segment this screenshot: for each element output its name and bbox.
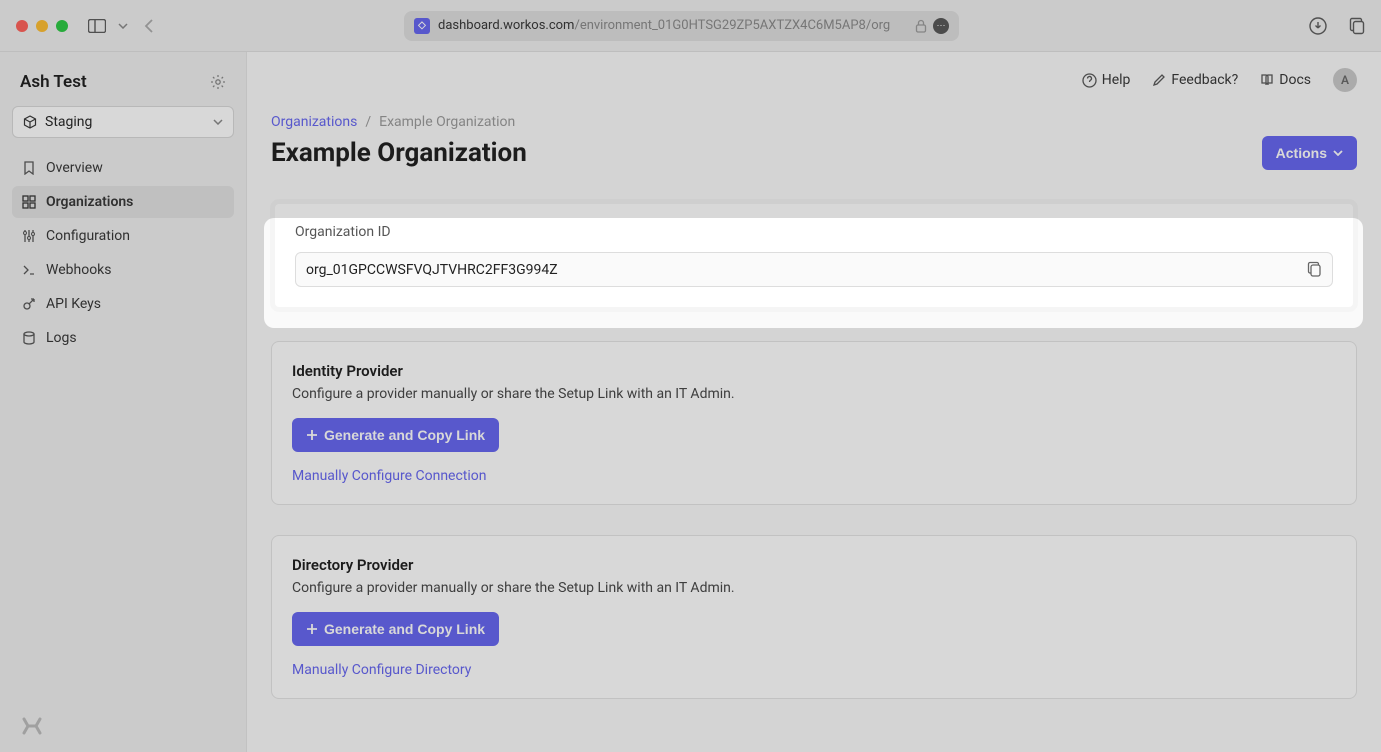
org-id-field: org_01GPCCWSFVQJTVHRC2FF3G994Z: [295, 252, 1333, 287]
directory-provider-panel: Directory Provider Configure a provider …: [271, 535, 1357, 699]
actions-button[interactable]: Actions: [1262, 136, 1357, 170]
chevron-down-icon: [213, 119, 223, 125]
nav-label: Logs: [46, 330, 77, 346]
identity-provider-panel: Identity Provider Configure a provider m…: [271, 341, 1357, 505]
help-icon: [1082, 73, 1097, 88]
url-text: dashboard.workos.com/environment_01G0HTS…: [438, 18, 909, 33]
docs-link[interactable]: Docs: [1260, 72, 1311, 88]
plus-icon: [306, 429, 318, 441]
main-content: Help Feedback? Docs A Organizations / Ex…: [247, 52, 1381, 752]
sidebar-toggle-icon[interactable]: [88, 19, 106, 33]
window-controls: [16, 20, 68, 32]
generate-identity-link-button[interactable]: Generate and Copy Link: [292, 418, 499, 452]
plus-icon: [306, 623, 318, 635]
feedback-link[interactable]: Feedback?: [1152, 72, 1238, 88]
nav-label: Organizations: [46, 194, 133, 210]
workos-logo: [12, 712, 234, 740]
environment-selector[interactable]: Staging: [12, 106, 234, 138]
identity-description: Configure a provider manually or share t…: [292, 386, 1336, 402]
org-id-panel: Organization ID org_01GPCCWSFVQJTVHRC2FF…: [271, 200, 1357, 311]
grid-icon: [22, 195, 36, 209]
chevron-down-icon: [1333, 150, 1343, 156]
lock-icon: [915, 19, 927, 33]
user-avatar[interactable]: A: [1333, 68, 1357, 92]
breadcrumb-separator: /: [365, 114, 371, 130]
org-id-label: Organization ID: [295, 224, 1333, 240]
terminal-icon: [22, 263, 36, 277]
help-link[interactable]: Help: [1082, 72, 1131, 88]
directory-description: Configure a provider manually or share t…: [292, 580, 1336, 596]
nav-overview[interactable]: Overview: [12, 152, 234, 184]
back-button[interactable]: [144, 18, 154, 34]
sliders-icon: [22, 229, 36, 243]
key-icon: [22, 297, 36, 311]
nav-organizations[interactable]: Organizations: [12, 186, 234, 218]
address-bar[interactable]: ◇ dashboard.workos.com/environment_01G0H…: [404, 11, 959, 41]
breadcrumb-root[interactable]: Organizations: [271, 114, 357, 130]
chevron-down-icon[interactable]: [118, 23, 128, 29]
nav-label: API Keys: [46, 296, 101, 312]
cube-icon: [23, 115, 37, 129]
nav-configuration[interactable]: Configuration: [12, 220, 234, 252]
nav-label: Webhooks: [46, 262, 112, 278]
gear-icon[interactable]: [210, 74, 226, 90]
directory-title: Directory Provider: [292, 556, 1336, 574]
sidebar: Ash Test Staging Overview Organizations: [0, 52, 247, 752]
page-title: Example Organization: [271, 138, 527, 168]
workspace-name: Ash Test: [20, 72, 87, 92]
nav: Overview Organizations Configuration Web…: [12, 152, 234, 354]
nav-webhooks[interactable]: Webhooks: [12, 254, 234, 286]
bookmark-icon: [22, 161, 36, 175]
nav-logs[interactable]: Logs: [12, 322, 234, 354]
org-id-value[interactable]: org_01GPCCWSFVQJTVHRC2FF3G994Z: [306, 262, 1307, 278]
nav-label: Configuration: [46, 228, 130, 244]
environment-label: Staging: [45, 114, 92, 130]
nav-label: Overview: [46, 160, 103, 176]
site-favicon: ◇: [414, 18, 430, 34]
topbar: Help Feedback? Docs A: [247, 52, 1381, 108]
browser-chrome: ◇ dashboard.workos.com/environment_01G0H…: [0, 0, 1381, 52]
pen-icon: [1152, 73, 1166, 87]
database-icon: [22, 331, 36, 345]
nav-api-keys[interactable]: API Keys: [12, 288, 234, 320]
maximize-window-button[interactable]: [56, 20, 68, 32]
breadcrumb-current: Example Organization: [379, 114, 515, 130]
copy-icon[interactable]: [1349, 17, 1365, 35]
generate-directory-link-button[interactable]: Generate and Copy Link: [292, 612, 499, 646]
book-icon: [1260, 73, 1274, 87]
breadcrumb: Organizations / Example Organization: [271, 114, 1357, 130]
copy-button[interactable]: [1307, 261, 1322, 278]
more-icon[interactable]: ⋯: [933, 18, 949, 34]
manual-identity-link[interactable]: Manually Configure Connection: [292, 468, 1336, 484]
minimize-window-button[interactable]: [36, 20, 48, 32]
close-window-button[interactable]: [16, 20, 28, 32]
download-icon[interactable]: [1309, 17, 1327, 35]
identity-title: Identity Provider: [292, 362, 1336, 380]
manual-directory-link[interactable]: Manually Configure Directory: [292, 662, 1336, 678]
